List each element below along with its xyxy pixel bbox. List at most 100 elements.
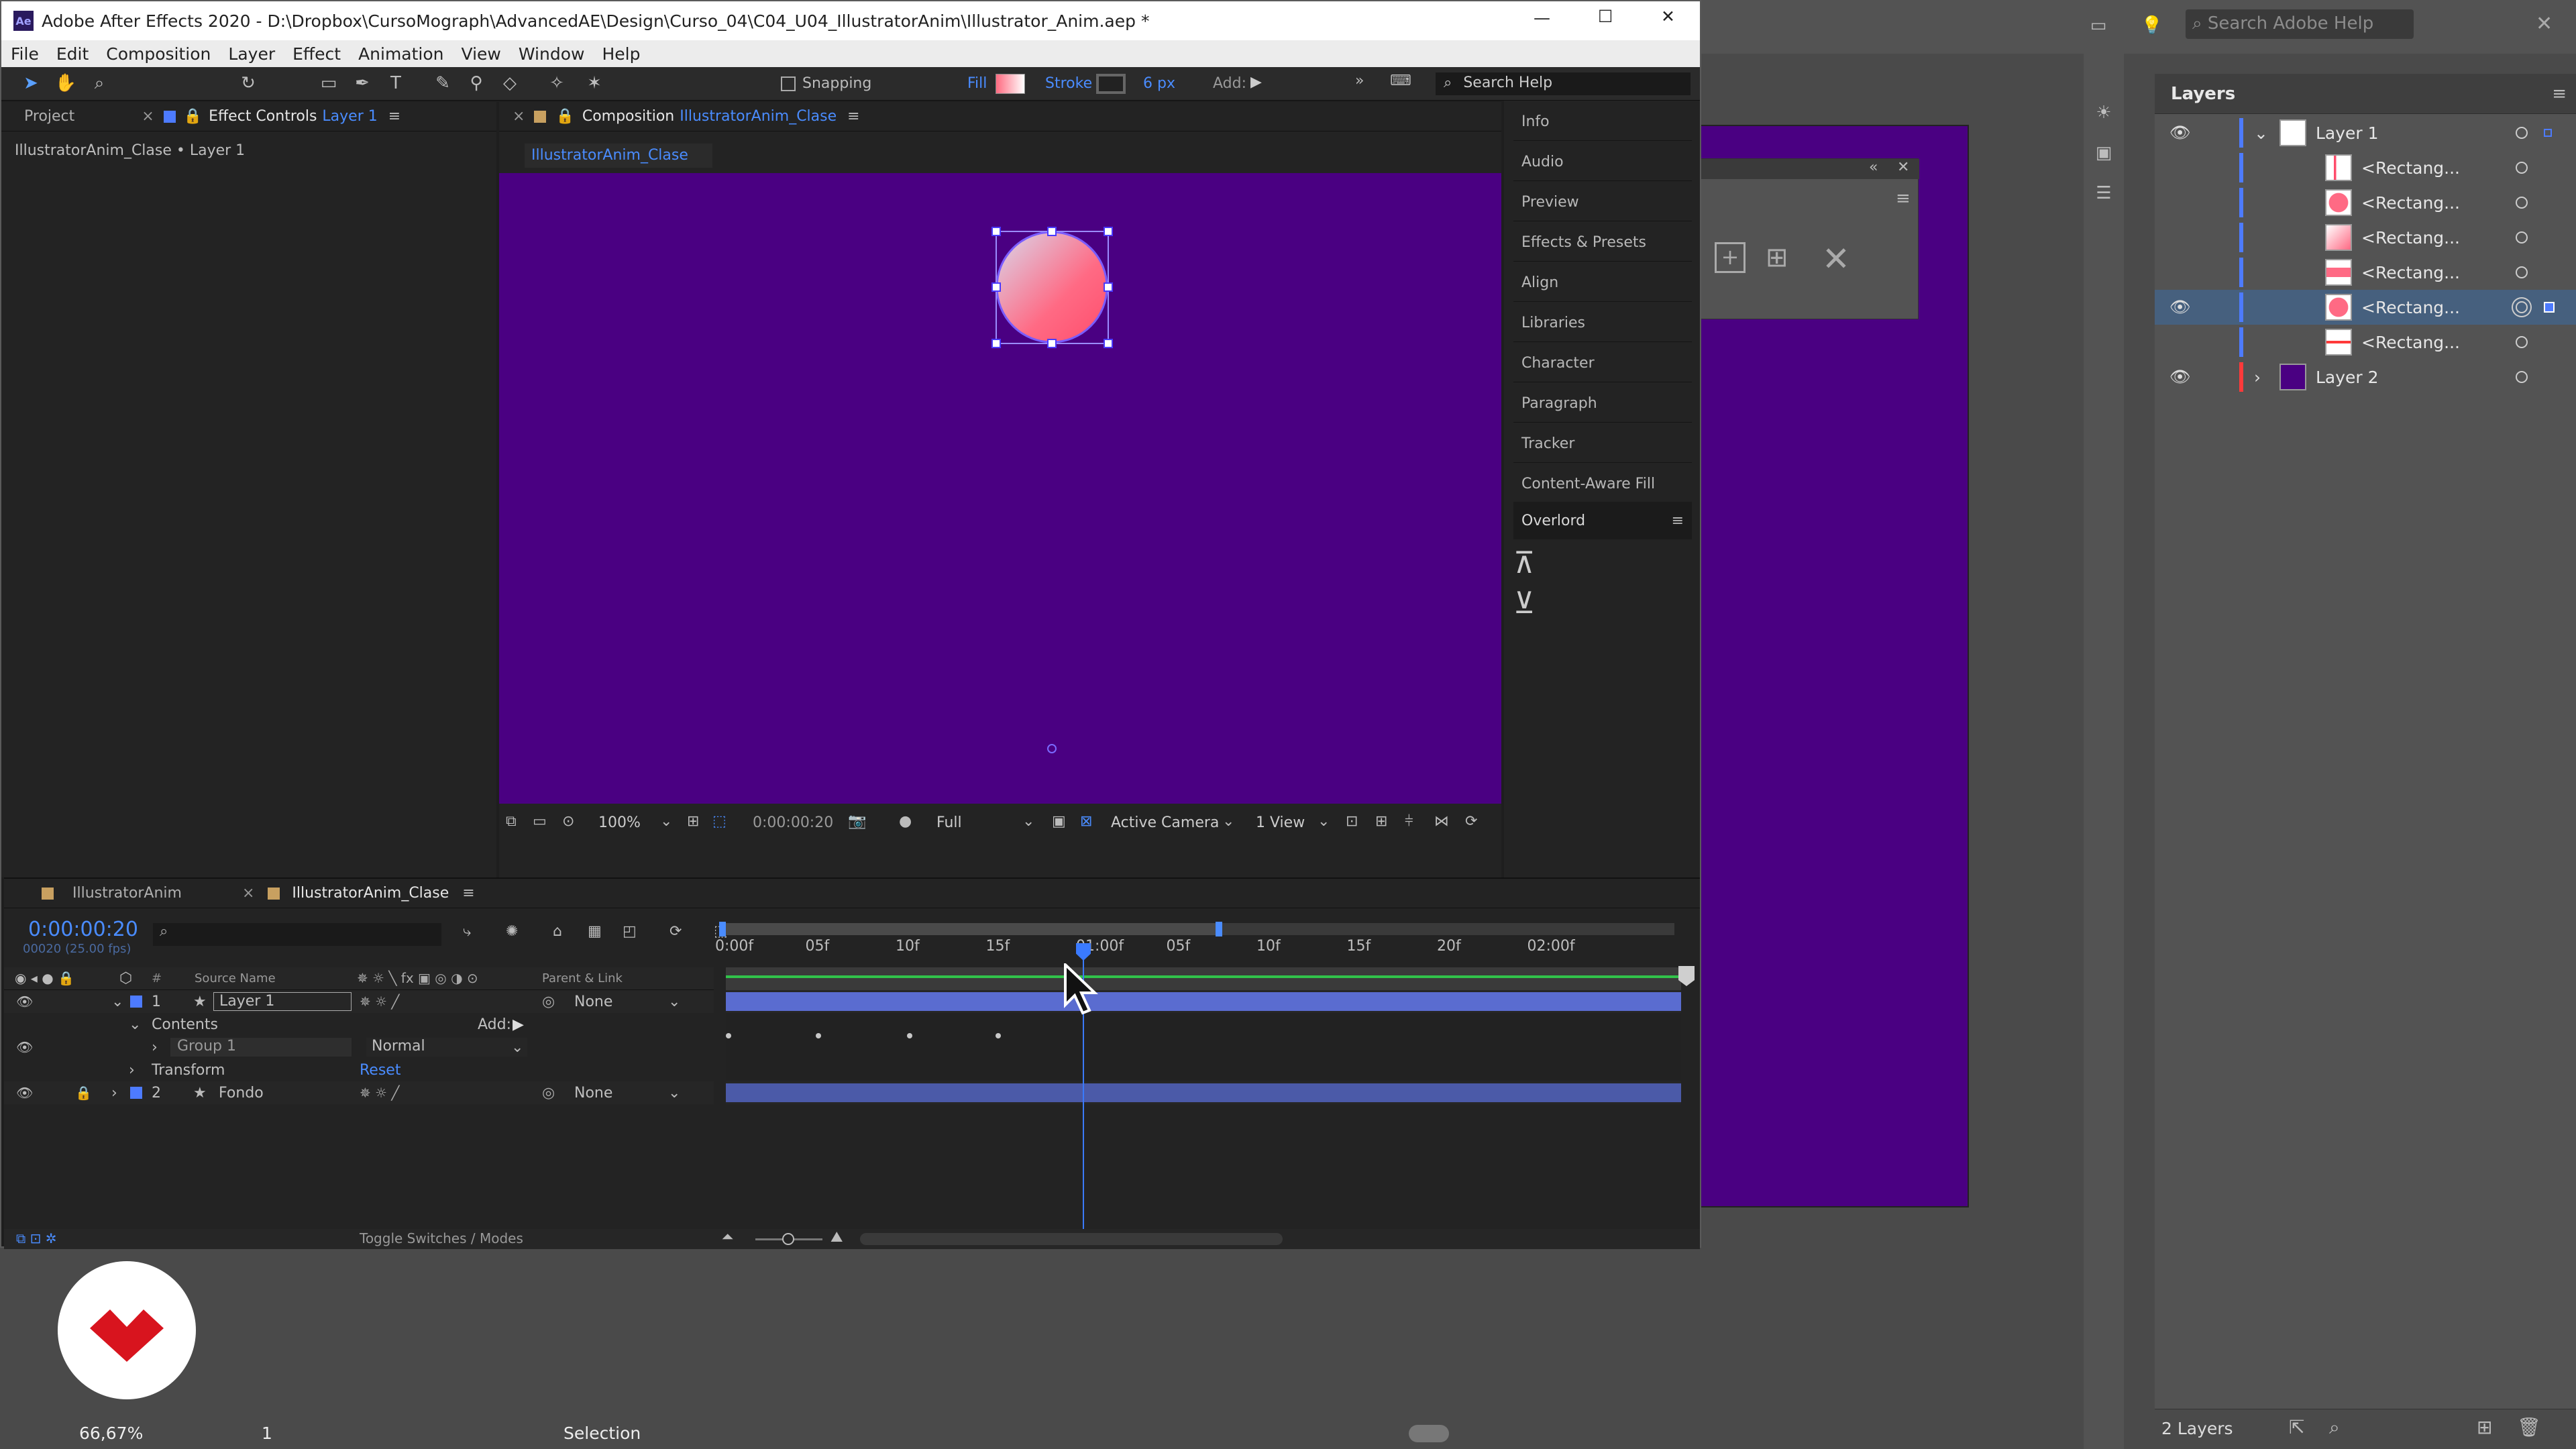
layer-name[interactable]: <Rectang... <box>2361 263 2460 282</box>
comp-tab-name[interactable]: IllustratorAnim_Clase <box>680 108 837 125</box>
timeline-scrollbar[interactable] <box>860 1233 1283 1245</box>
menu-effect[interactable]: Effect <box>292 44 341 64</box>
visibility-eye-icon[interactable]: 👁 <box>2169 367 2191 387</box>
tab-illustratoranim-clase[interactable]: IllustratorAnim_Clase <box>292 885 449 902</box>
ai-close-icon[interactable]: ✕ <box>2536 12 2553 36</box>
selection-tool-icon[interactable]: ➤ <box>19 71 43 95</box>
delete-icon[interactable]: 🗑 <box>2517 1416 2541 1438</box>
ai-layer-row[interactable]: 👁 ⌄ Layer 1 <box>2155 115 2576 150</box>
comp-tab-close-icon[interactable]: × <box>513 108 525 125</box>
channel-icon[interactable]: ● <box>899 813 912 830</box>
target-icon[interactable] <box>2516 197 2528 209</box>
stroke-width-value[interactable]: 6 px <box>1143 75 1175 92</box>
camera-dropdown[interactable]: Active Camera <box>1111 814 1219 831</box>
graph-editor-icon[interactable]: ⟳ <box>669 923 682 940</box>
composition-viewer[interactable] <box>499 173 1501 804</box>
chevron-down-icon[interactable]: ⌄ <box>1022 813 1034 830</box>
chevron-down-icon[interactable]: ⌄ <box>668 1085 680 1102</box>
comp-menu-icon[interactable]: ≡ <box>847 108 859 125</box>
layer-name[interactable]: Fondo <box>219 1085 264 1102</box>
anchor-point-icon[interactable] <box>1047 744 1057 753</box>
grid-icon[interactable]: ⊞ <box>687 813 699 830</box>
comp-mini-flowchart-icon[interactable]: ⤷ <box>463 923 471 940</box>
snapshot-icon[interactable]: 📷 <box>848 813 866 830</box>
target-icon[interactable] <box>2516 231 2528 244</box>
group-row[interactable]: 👁 › Group 1 Normal ⌄ <box>4 1036 714 1059</box>
pixel-aspect-icon[interactable]: ⊡ <box>1346 813 1358 830</box>
ai-layer-row[interactable]: <Rectang... <box>2155 185 2576 220</box>
parent-dropdown[interactable]: None <box>574 994 612 1010</box>
panel-item-content-aware-fill[interactable]: Content-Aware Fill <box>1513 466 1692 503</box>
fill-swatch[interactable] <box>996 74 1025 94</box>
visibility-eye-icon[interactable]: 👁 <box>2169 297 2191 317</box>
tab-project[interactable]: Project <box>24 108 74 125</box>
visibility-eye-icon[interactable]: 👁 <box>16 994 33 1010</box>
brush-tool-icon[interactable]: ✎ <box>431 71 455 95</box>
layer-name[interactable]: <Rectang... <box>2361 298 2460 317</box>
overlord-menu-icon[interactable]: ≡ <box>1672 513 1684 529</box>
work-area-bar[interactable] <box>719 922 1674 936</box>
layer-name[interactable]: Layer 2 <box>2316 368 2379 387</box>
layer-switches[interactable]: ✵ ☼ ╱ <box>360 1085 399 1101</box>
panel-menu-icon[interactable]: ≡ <box>388 108 400 125</box>
tab-effect-controls[interactable]: Effect Controls <box>209 108 317 125</box>
transform-reset-link[interactable]: Reset <box>360 1062 400 1079</box>
chevron-right-icon[interactable]: › <box>2254 368 2261 387</box>
panel-item-character[interactable]: Character <box>1513 345 1692 382</box>
ai-page-field[interactable]: 1 <box>262 1424 272 1443</box>
shy-layers-icon[interactable]: ⌂ <box>553 923 562 940</box>
tab-close-icon[interactable]: × <box>242 885 254 902</box>
float-menu-icon[interactable]: ≡ <box>1896 189 1911 209</box>
panel-item-paragraph[interactable]: Paragraph <box>1513 385 1692 423</box>
keyframe[interactable] <box>907 1033 912 1038</box>
locate-icon[interactable]: ⌕ <box>2329 1416 2340 1439</box>
lock-icon[interactable]: 🔒 <box>555 108 574 125</box>
cross-icon[interactable]: ✕ <box>1822 239 1862 280</box>
target-icon[interactable] <box>2516 266 2528 278</box>
parent-dropdown[interactable]: None <box>574 1085 612 1102</box>
gradient-circle-shape[interactable] <box>996 231 1108 343</box>
panel-item-libraries[interactable]: Libraries <box>1513 305 1692 342</box>
fast-preview-icon[interactable]: ▣ <box>1052 813 1066 830</box>
resolution-dropdown[interactable]: Full <box>936 814 962 831</box>
add-icon[interactable]: + <box>1715 242 1746 273</box>
type-tool-icon[interactable]: T <box>384 71 408 95</box>
keyframe[interactable] <box>816 1033 821 1038</box>
pickwhip-icon[interactable]: ◎ <box>542 994 555 1010</box>
ai-layer-row[interactable]: <Rectang... <box>2155 255 2576 290</box>
workspace-icon[interactable]: ▭ <box>2086 13 2110 38</box>
visibility-eye-icon[interactable]: 👁 <box>16 1039 33 1055</box>
layer-name[interactable]: <Rectang... <box>2361 158 2460 178</box>
keyframe[interactable] <box>726 1033 731 1038</box>
keyframe[interactable] <box>996 1033 1001 1038</box>
menu-help[interactable]: Help <box>602 44 640 64</box>
floating-panel-header[interactable]: « ✕ <box>1701 159 1919 179</box>
work-area-end-handle[interactable] <box>1216 922 1222 936</box>
selection-indicator[interactable] <box>2544 129 2552 137</box>
overlord-panel-header[interactable]: Overlord ≡ <box>1513 502 1692 539</box>
col-source-name[interactable]: Source Name <box>195 971 276 985</box>
work-area-range[interactable] <box>719 923 1220 935</box>
appearance-icon[interactable]: ☀ <box>2092 101 2116 125</box>
timeline-layer-row[interactable]: 👁 ⌄ 1 ★ Layer 1 ✵ ☼ ╱ ◎ None ⌄ <box>4 990 714 1013</box>
mask-icon[interactable]: ⊙ <box>562 813 574 830</box>
chevron-down-icon[interactable]: ⌄ <box>1318 813 1330 830</box>
col-parent-link[interactable]: Parent & Link <box>542 971 623 985</box>
ai-layer-row[interactable]: <Rectang... <box>2155 150 2576 185</box>
layers-panel-header[interactable]: Layers ≡ <box>2155 74 2576 114</box>
timeline-layer-row[interactable]: 👁 🔒 › 2 ★ Fondo ✵ ☼ ╱ ◎ None ⌄ <box>4 1081 714 1104</box>
expand-chevron-icon[interactable]: › <box>111 1085 117 1102</box>
tab-illustratoranim[interactable]: IllustratorAnim <box>72 885 182 902</box>
menu-view[interactable]: View <box>462 44 501 64</box>
float-close-icon[interactable]: ✕ <box>1897 159 1909 176</box>
visibility-eye-icon[interactable]: 👁 <box>16 1085 33 1101</box>
region-icon[interactable]: ⬚ <box>712 813 727 830</box>
puppet-tool-icon[interactable]: ✶ <box>582 71 606 95</box>
libraries-icon[interactable]: ▣ <box>2092 141 2116 165</box>
timeline-search-input[interactable]: ⌕ <box>153 923 441 946</box>
expand-chevron-icon[interactable]: › <box>129 1062 135 1079</box>
visibility-eye-icon[interactable]: 👁 <box>2169 123 2191 143</box>
comp-timecode[interactable]: 0:00:00:20 <box>753 814 833 831</box>
chevron-down-icon[interactable]: ⌄ <box>511 1039 523 1056</box>
chevron-down-icon[interactable]: ⌄ <box>660 813 672 830</box>
